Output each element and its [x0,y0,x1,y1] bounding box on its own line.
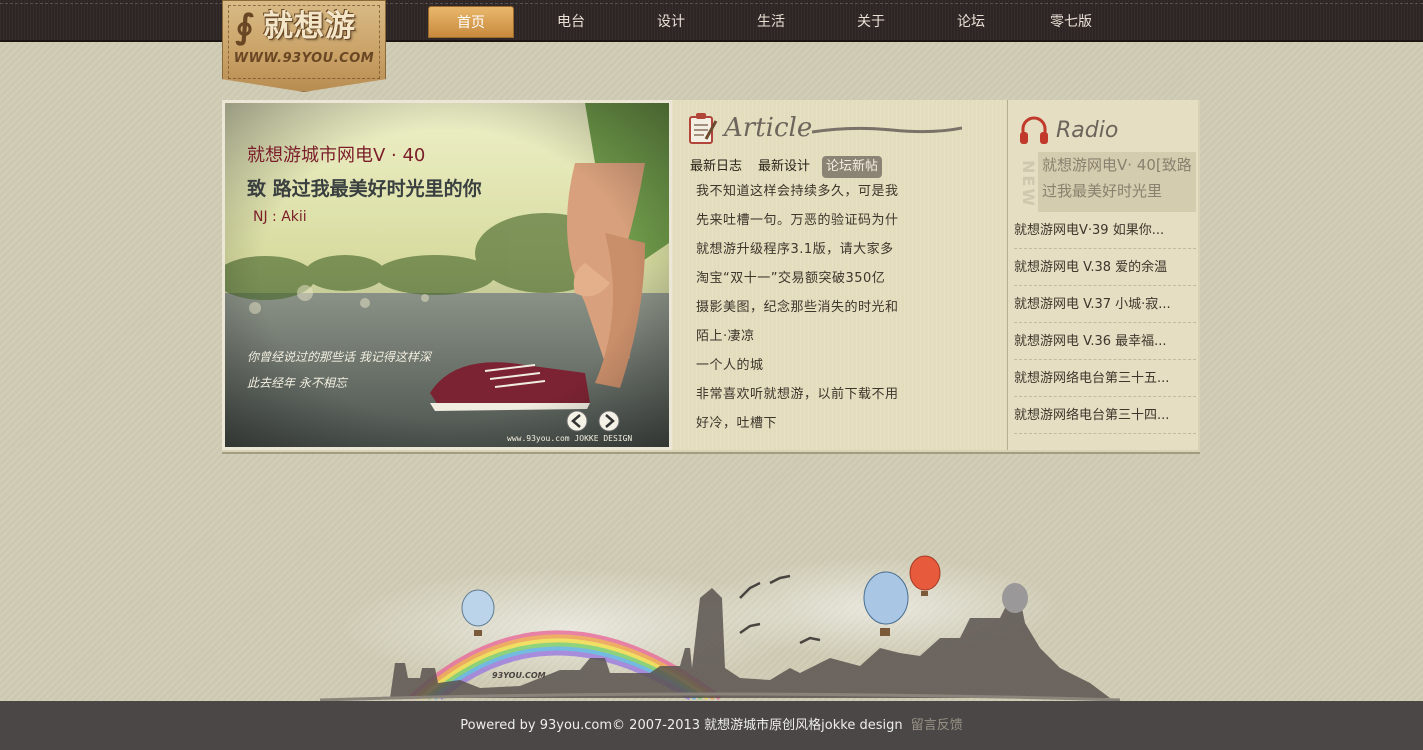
radio-item[interactable]: 就想游网电V·39 如果你... [1014,212,1196,249]
article-item[interactable]: 我不知道这样会持续多久，可是我 [696,180,936,209]
tab-latest-logs[interactable]: 最新日志 [686,156,746,178]
article-tabs: 最新日志 最新设计 论坛新帖 [686,156,883,178]
balloon-icon [1002,583,1028,613]
radio-item[interactable]: 就想游网电 V.38 爱的余温 [1014,249,1196,286]
article-item[interactable]: 就想游升级程序3.1版，请大家多 [696,238,936,267]
radio-header: Radio [1018,110,1118,150]
banner-poem-line2: 此去经年 永不相忘 [247,376,349,390]
new-tag: NEW [1019,160,1038,208]
clipboard-icon [689,113,718,144]
radio-item[interactable]: 就想游网电 V.36 最幸福... [1014,323,1196,360]
article-item[interactable]: 淘宝“双十一”交易额突破350亿 [696,267,936,296]
footer-city-illustration: 93YOU.COM [320,555,1120,702]
footer-copyright: Powered by 93you.com© 2007-2013 就想游城市原创风… [460,718,903,733]
article-item[interactable]: 一个人的城 [696,354,936,383]
tab-forum-posts[interactable]: 论坛新帖 [822,156,883,178]
radio-section: Radio NEW 就想游网电V· 40[致路过我最美好时光里 就想游网电V·3… [1008,100,1198,450]
banner-poem-line1: 你曾经说过的那些话 我记得这样深 [247,350,433,364]
radio-featured-item[interactable]: 就想游网电V· 40[致路过我最美好时光里 [1038,152,1196,212]
article-item[interactable]: 先来吐槽一句。万恶的验证码为什 [696,209,936,238]
article-item[interactable]: 摄影美图，纪念那些消失的时光和 [696,296,936,325]
article-header: Article [686,108,963,148]
radio-item[interactable]: 就想游网电 V.37 小城·寂... [1014,286,1196,323]
footer-art-label: 93YOU.COM [492,671,546,680]
article-section: Article 最新日志 最新设计 论坛新帖 我不知道这样会持续多久，可是我 先… [672,100,1008,450]
tab-latest-designs[interactable]: 最新设计 [754,156,814,178]
article-underline-decoration [812,126,963,134]
radio-heading: Radio [1056,117,1119,143]
radio-item[interactable]: 就想游网络电台第三十四... [1014,397,1196,434]
article-item[interactable]: 非常喜欢听就想游，以前下载不用 [696,383,936,412]
headphones-icon [1020,116,1048,144]
feedback-link[interactable]: 留言反馈 [911,718,963,733]
banner-watermark: www.93you.com JOKKE DESIGN [507,434,632,443]
nav-item-about[interactable]: 关于 [828,6,914,38]
slider-next-icon[interactable] [598,410,620,432]
main-panel: 就想游城市网电V · 40 致 路过我最美好时光里的你 NJ : Akii 你曾… [222,100,1200,452]
slider-prev-icon[interactable] [566,410,588,432]
banner-subtitle: 致 路过我最美好时光里的你 [247,177,482,200]
nav-item-07-version[interactable]: 零七版 [1028,6,1114,38]
article-item[interactable]: 陌上·凄凉 [696,325,936,354]
nav-item-life[interactable]: 生活 [728,6,814,38]
site-logo[interactable]: ∮ 就想游 WWW.93YOU.COM [222,0,386,92]
article-item[interactable]: 好冷，吐槽下 [696,412,936,441]
article-heading: Article [724,113,813,143]
banner-title: 就想游城市网电V · 40 [247,145,425,166]
article-list: 我不知道这样会持续多久，可是我 先来吐槽一句。万恶的验证码为什 就想游升级程序3… [696,180,936,441]
nav-item-forum[interactable]: 论坛 [928,6,1014,38]
nav-item-design[interactable]: 设计 [628,6,714,38]
radio-item[interactable]: 就想游网络电台第三十五... [1014,360,1196,397]
logo-url: WWW.93YOU.COM [233,51,375,66]
nav-item-radio[interactable]: 电台 [528,6,614,38]
banner-nj: NJ : Akii [253,209,307,225]
radio-list: 就想游网电V·39 如果你... 就想游网电 V.38 爱的余温 就想游网电 V… [1014,212,1196,434]
banner-image: 就想游城市网电V · 40 致 路过我最美好时光里的你 NJ : Akii 你曾… [225,103,669,447]
logo-title: 就想游 [263,9,356,44]
banner-slider[interactable]: 就想游城市网电V · 40 致 路过我最美好时光里的你 NJ : Akii 你曾… [222,100,672,450]
footer: Powered by 93you.com© 2007-2013 就想游城市原创风… [0,701,1423,750]
nav-item-home[interactable]: 首页 [428,6,514,38]
